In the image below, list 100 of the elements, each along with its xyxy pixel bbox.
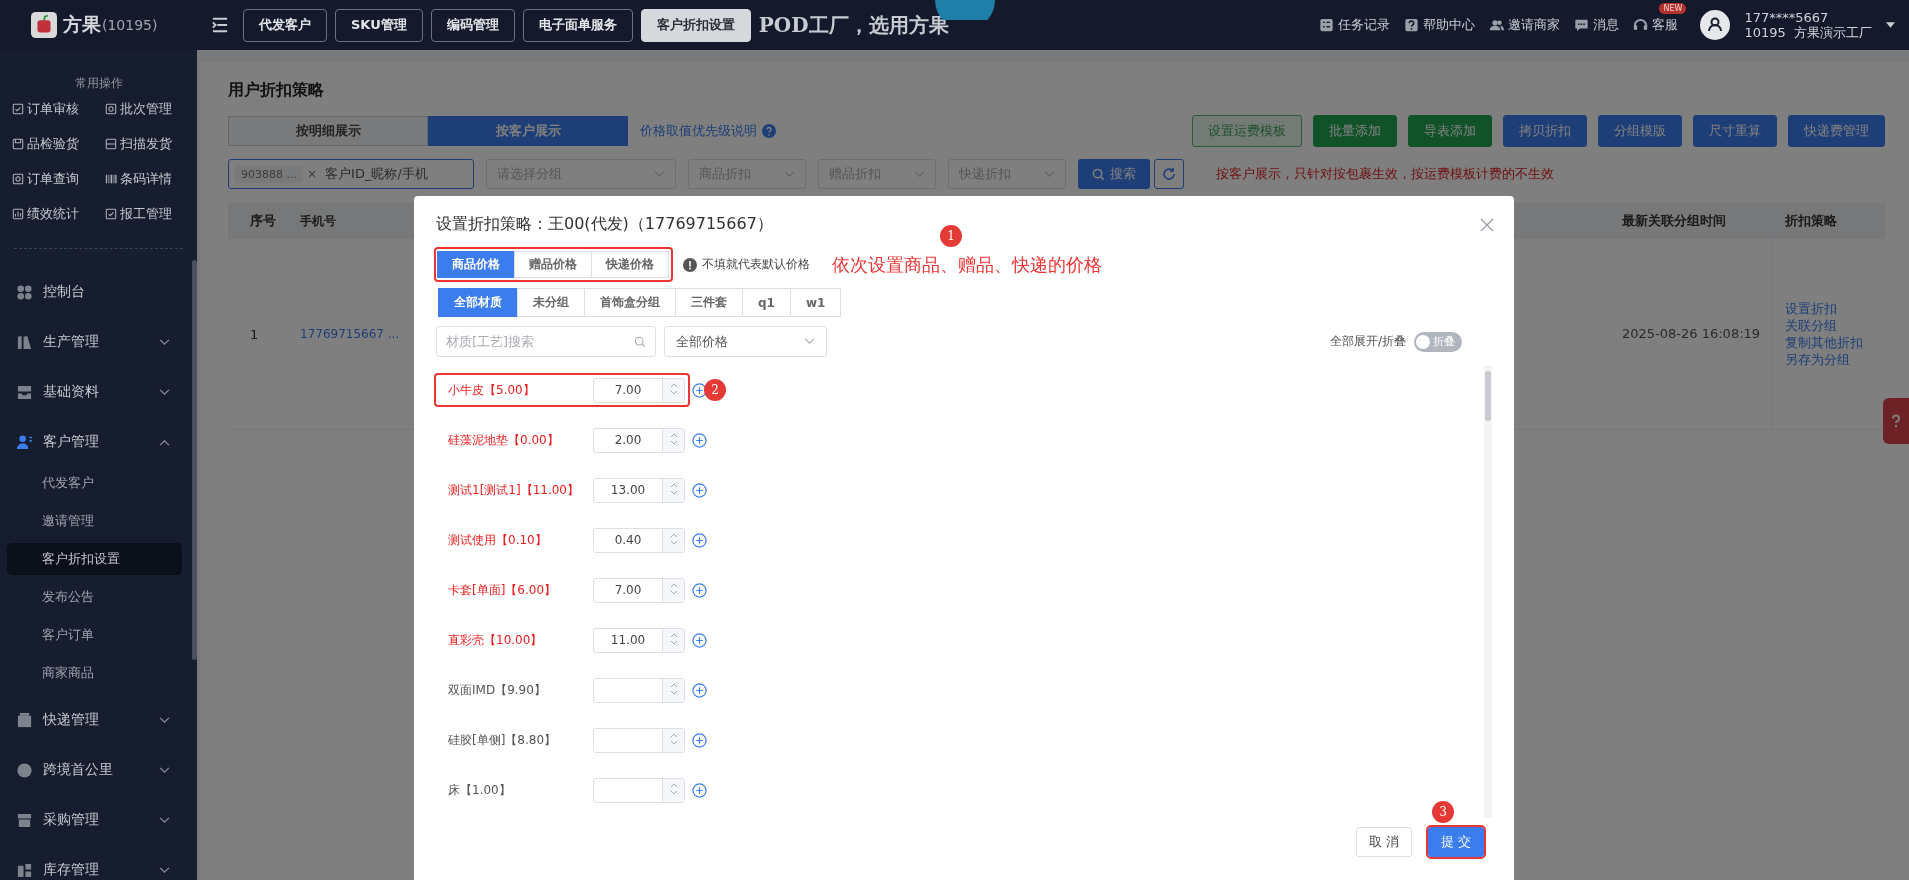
add-icon[interactable]	[692, 782, 707, 798]
increase-icon[interactable]	[668, 581, 679, 588]
menu-item[interactable]: 生产管理	[0, 317, 188, 367]
add-icon[interactable]	[692, 382, 707, 398]
scrollbar[interactable]	[1485, 371, 1491, 421]
increase-icon[interactable]	[668, 381, 679, 388]
menu-icon[interactable]	[211, 17, 229, 33]
submenu-item[interactable]: 发布公告	[7, 581, 182, 613]
price-input[interactable]	[593, 677, 685, 703]
close-icon[interactable]	[1480, 217, 1494, 232]
header-link[interactable]: 邀请商家	[1489, 16, 1561, 34]
menu-item[interactable]: 控制台	[0, 267, 188, 317]
add-icon[interactable]	[692, 632, 707, 648]
add-icon[interactable]	[692, 732, 707, 748]
menu-item[interactable]: 基础资料	[0, 367, 188, 417]
decrease-icon[interactable]	[668, 639, 679, 646]
nav-tab[interactable]: 编码管理	[430, 8, 515, 42]
increase-icon[interactable]	[668, 531, 679, 538]
submenu-item[interactable]: 商家商品	[7, 657, 182, 689]
decrease-icon[interactable]	[668, 789, 679, 796]
help-tab[interactable]	[1883, 398, 1909, 444]
quick-link[interactable]: 订单查询	[12, 170, 105, 188]
cancel-button[interactable]: 取 消	[1356, 827, 1412, 857]
increase-icon[interactable]	[668, 781, 679, 788]
quick-link[interactable]: 绩效统计	[12, 205, 105, 223]
decrease-icon[interactable]	[668, 389, 679, 396]
group-tab[interactable]: w1	[789, 288, 842, 317]
chevron-icon	[654, 170, 665, 178]
header-link[interactable]: 消息	[1574, 16, 1620, 34]
submenu-item[interactable]: 客户折扣设置	[7, 543, 182, 575]
increase-icon[interactable]	[668, 431, 679, 438]
increase-icon[interactable]	[668, 731, 679, 738]
price-input[interactable]: 7.00	[593, 577, 685, 603]
caret-icon[interactable]	[1886, 22, 1895, 28]
nav-tab[interactable]: 代发客户	[243, 8, 327, 42]
header-link[interactable]: 帮助中心	[1404, 16, 1476, 34]
menu-item[interactable]: 库存管理	[0, 845, 188, 880]
view-toggle[interactable]: 按明细展示	[228, 116, 428, 146]
menu-item[interactable]: 跨境首公里	[0, 745, 188, 795]
price-input[interactable]	[593, 777, 685, 803]
increase-icon[interactable]	[668, 481, 679, 488]
menu-item[interactable]: 采购管理	[0, 795, 188, 845]
quick-link[interactable]: 订单审核	[12, 100, 105, 118]
menu-item[interactable]: 快递管理	[0, 695, 188, 745]
decrease-icon[interactable]	[668, 439, 679, 446]
increase-icon[interactable]	[668, 681, 679, 688]
group-tab[interactable]: 未分组	[517, 288, 585, 317]
quick-link[interactable]: 批次管理	[105, 100, 198, 118]
decrease-icon[interactable]	[668, 539, 679, 546]
search-field[interactable]: 材质[工艺]搜索	[436, 326, 656, 357]
decrease-icon[interactable]	[668, 589, 679, 596]
group-tab[interactable]: q1	[742, 288, 791, 317]
add-icon[interactable]	[692, 532, 707, 548]
add-icon[interactable]	[692, 432, 707, 448]
price-input[interactable]: 13.00	[593, 477, 685, 503]
barcode-icon	[105, 173, 117, 185]
header-link[interactable]: 客服	[1633, 16, 1679, 34]
price-tab[interactable]: 快递价格	[591, 251, 669, 278]
globe-icon	[16, 761, 33, 779]
quick-link[interactable]: 条码详情	[105, 170, 198, 188]
quick-link[interactable]: 报工管理	[105, 205, 198, 223]
annotation-text: 依次设置商品、赠品、快递的价格	[832, 253, 1102, 275]
add-icon[interactable]	[692, 682, 707, 698]
decrease-icon[interactable]	[668, 489, 679, 496]
add-icon[interactable]	[692, 482, 707, 498]
nav-tab[interactable]: 电子面单服务	[522, 8, 633, 42]
submenu-item[interactable]: 代发客户	[7, 467, 182, 499]
price-input[interactable]: 11.00	[593, 627, 685, 653]
nav-tab[interactable]: 客户折扣设置	[640, 8, 751, 42]
customer-filter-field[interactable]: 903888 ... × 客户ID_昵称/手机	[228, 159, 474, 189]
price-input[interactable]	[593, 727, 685, 753]
price-input[interactable]: 2.00	[593, 427, 685, 453]
submenu-item[interactable]: 客户订单	[7, 619, 182, 651]
decrease-icon[interactable]	[668, 739, 679, 746]
price-tab[interactable]: 赠品价格	[514, 251, 592, 278]
submit-button[interactable]: 提 交	[1428, 827, 1484, 857]
decrease-icon[interactable]	[668, 689, 679, 696]
price-input[interactable]: 0.40	[593, 527, 685, 553]
price-input[interactable]: 7.00	[593, 377, 685, 403]
help-icon	[1404, 18, 1420, 32]
price-select[interactable]: 全部价格	[664, 326, 827, 357]
group-tab[interactable]: 三件套	[675, 288, 743, 317]
nav-tab[interactable]: SKU管理	[335, 8, 423, 42]
item-name: 硅藻泥地垫【0.00】	[448, 431, 560, 449]
quick-link[interactable]: 品检验货	[12, 135, 105, 153]
refresh-button[interactable]	[1154, 159, 1184, 189]
quick-link[interactable]: 扫描发货	[105, 135, 198, 153]
avatar-icon[interactable]	[1700, 10, 1731, 40]
search-icon	[1092, 167, 1105, 181]
scrollbar[interactable]	[192, 260, 197, 660]
help-icon[interactable]	[762, 124, 776, 138]
submenu-item[interactable]: 邀请管理	[7, 505, 182, 537]
add-icon[interactable]	[692, 582, 707, 598]
price-tab[interactable]: 商品价格	[437, 251, 515, 278]
group-tab[interactable]: 全部材质	[438, 288, 518, 317]
increase-icon[interactable]	[668, 631, 679, 638]
user-phone: 177****5667	[1744, 10, 1830, 25]
header-link[interactable]: 任务记录	[1319, 16, 1391, 34]
menu-item[interactable]: 客户管理	[0, 417, 188, 467]
group-tab[interactable]: 首饰盒分组	[584, 288, 676, 317]
